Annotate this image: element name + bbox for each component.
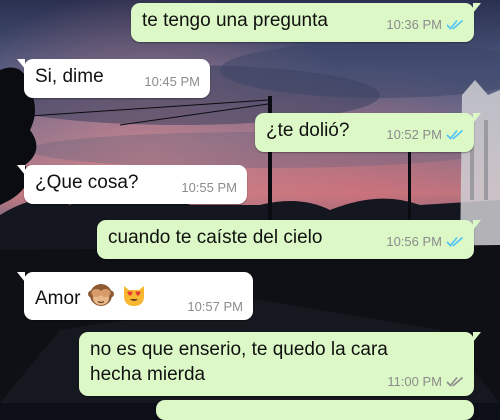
heart-eyes-cat-icon [123, 286, 144, 306]
message-text-line: hecha mierda [90, 364, 206, 385]
incoming-message[interactable]: Amor 10:57 PM [17, 272, 253, 320]
message-text-line: no es que enserio, te quedo la cara [90, 339, 388, 360]
message-time: 10:36 PM [386, 17, 442, 32]
message-text: Si, dime [35, 66, 104, 87]
incoming-message[interactable]: Si, dime 10:45 PM [17, 59, 210, 98]
message-time: 10:56 PM [386, 234, 442, 249]
message-time: 10:57 PM [187, 299, 243, 314]
message-time: 11:00 PM [387, 374, 442, 389]
message-text: te tengo una pregunta [142, 10, 328, 31]
double-check-blue-icon [446, 236, 464, 247]
outgoing-message-partial[interactable] [156, 400, 474, 420]
incoming-message[interactable]: ¿Que cosa? 10:55 PM [17, 165, 247, 204]
message-text-with-emoji: Amor [35, 282, 147, 311]
message-time: 10:55 PM [181, 180, 237, 195]
see-no-evil-monkey-icon [87, 284, 114, 306]
outgoing-message[interactable]: ¿te dolió? 10:52 PM [255, 113, 481, 152]
message-text: Amor [35, 288, 81, 309]
message-text: ¿te dolió? [266, 120, 350, 141]
message-time: 10:52 PM [386, 127, 442, 142]
double-check-grey-icon [446, 376, 464, 387]
message-time: 10:45 PM [144, 74, 200, 89]
message-text: ¿Que cosa? [35, 172, 139, 193]
outgoing-message[interactable]: no es que enserio, te quedo la cara hech… [79, 332, 481, 396]
double-check-blue-icon [446, 129, 464, 140]
outgoing-message[interactable]: cuando te caíste del cielo 10:56 PM [97, 220, 481, 259]
message-text: cuando te caíste del cielo [108, 227, 323, 248]
double-check-blue-icon [446, 19, 464, 30]
outgoing-message[interactable]: te tengo una pregunta 10:36 PM [131, 3, 481, 42]
